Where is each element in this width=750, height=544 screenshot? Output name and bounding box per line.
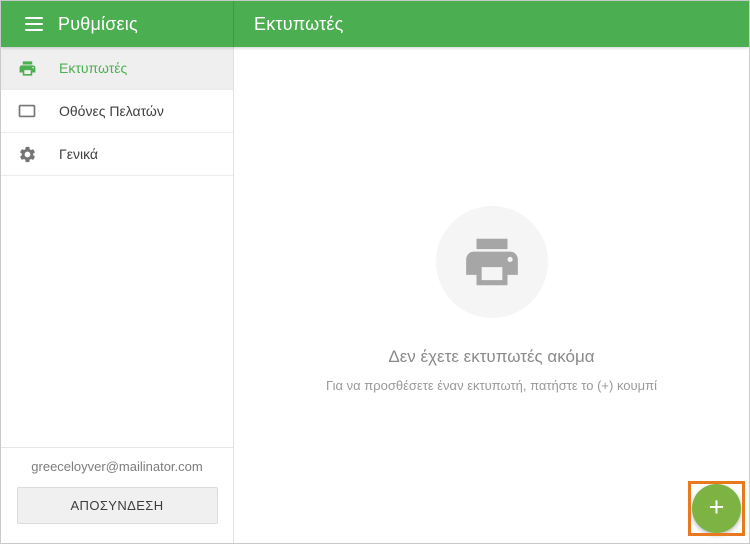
- settings-window: Ρυθμίσεις Εκτυπωτές Εκτυπωτές: [0, 0, 750, 544]
- sidebar-item-label: Γενικά: [59, 146, 98, 162]
- sidebar: Εκτυπωτές Οθόνες Πελατών Γενικά: [1, 47, 234, 544]
- display-icon: [17, 101, 37, 121]
- app-bar: Ρυθμίσεις Εκτυπωτές: [1, 1, 749, 47]
- empty-state-circle: [436, 206, 548, 318]
- sidebar-item-general[interactable]: Γενικά: [1, 133, 233, 176]
- account-email: greeceloyver@mailinator.com: [1, 459, 233, 474]
- main-panel: Δεν έχετε εκτυπωτές ακόμα Για να προσθέσ…: [234, 47, 749, 544]
- empty-state: Δεν έχετε εκτυπωτές ακόμα Για να προσθέσ…: [234, 206, 749, 393]
- printer-icon: [17, 58, 37, 78]
- sidebar-item-label: Εκτυπωτές: [59, 60, 127, 76]
- sidebar-account-section: greeceloyver@mailinator.com ΑΠΟΣΥΝΔΕΣΗ: [1, 447, 233, 544]
- content-area: Εκτυπωτές Οθόνες Πελατών Γενικά: [1, 47, 749, 544]
- settings-title: Ρυθμίσεις: [58, 14, 138, 35]
- add-printer-fab[interactable]: +: [692, 484, 741, 533]
- empty-state-subtitle: Για να προσθέσετε έναν εκτυπωτή, πατήστε…: [326, 378, 657, 393]
- app-bar-left: Ρυθμίσεις: [1, 1, 234, 47]
- gear-icon: [17, 144, 37, 164]
- plus-icon: +: [709, 494, 725, 521]
- hamburger-menu-icon[interactable]: [25, 17, 43, 31]
- sidebar-item-customer-displays[interactable]: Οθόνες Πελατών: [1, 90, 233, 133]
- printer-icon: [461, 231, 523, 293]
- logout-button[interactable]: ΑΠΟΣΥΝΔΕΣΗ: [17, 487, 218, 524]
- empty-state-title: Δεν έχετε εκτυπωτές ακόμα: [388, 347, 594, 367]
- sidebar-item-printers[interactable]: Εκτυπωτές: [1, 47, 233, 90]
- page-title: Εκτυπωτές: [254, 14, 344, 35]
- sidebar-item-label: Οθόνες Πελατών: [59, 103, 164, 119]
- app-bar-right: Εκτυπωτές: [234, 1, 749, 47]
